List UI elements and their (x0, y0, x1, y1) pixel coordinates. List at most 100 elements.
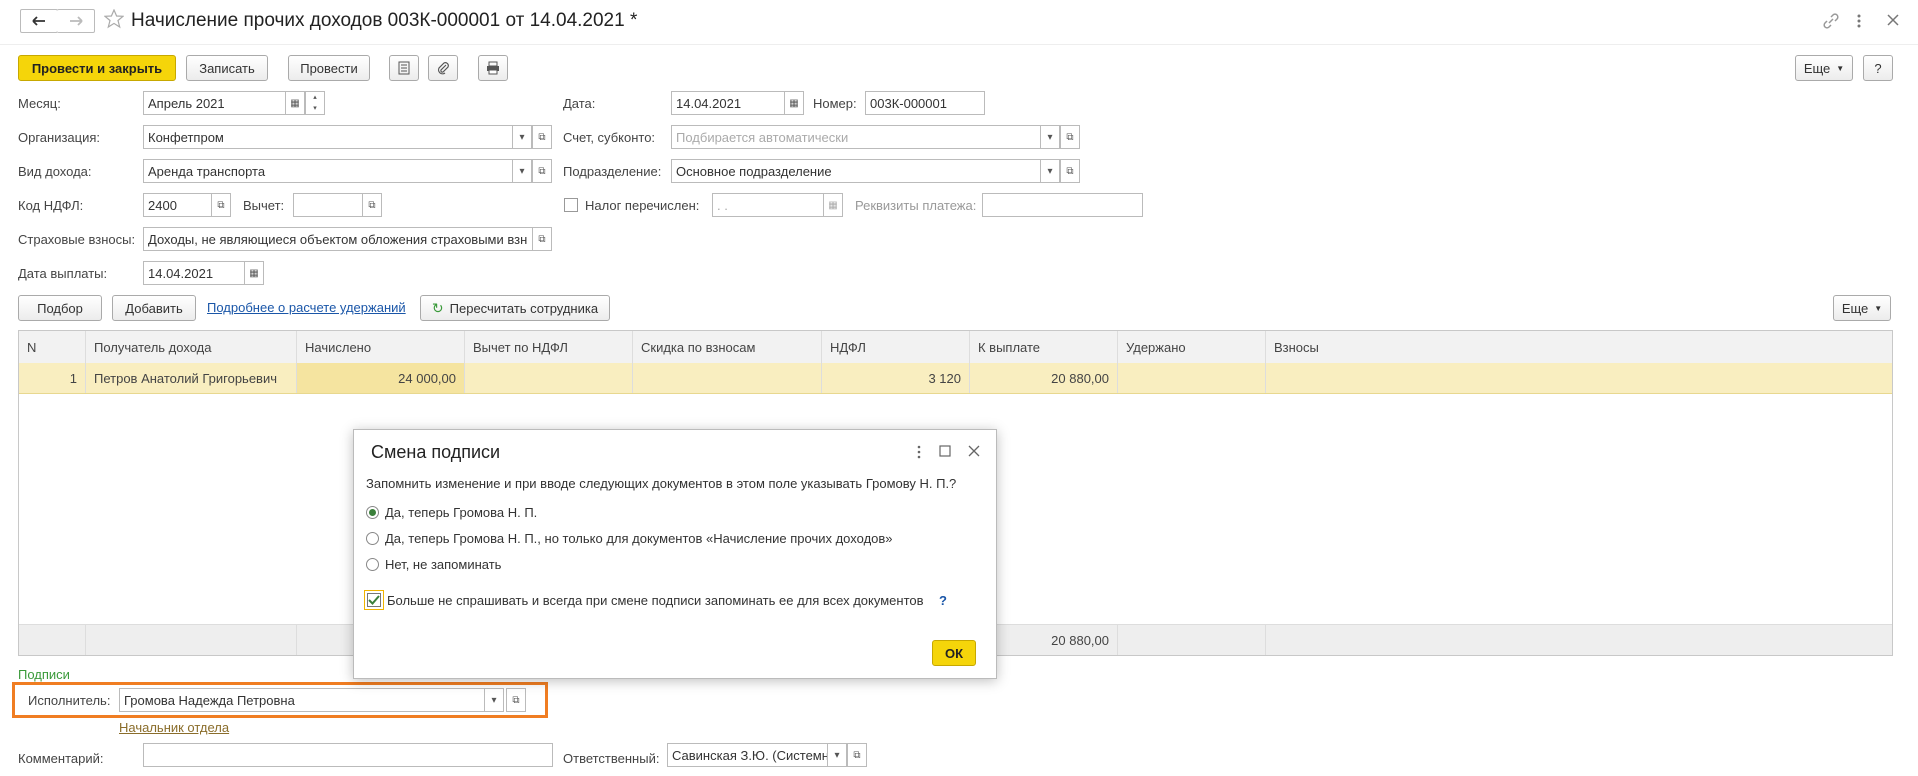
cell-ndfl-deduction[interactable] (465, 363, 633, 393)
column-header-ndfl[interactable]: НДФЛ (822, 331, 970, 363)
tax-paid-calendar-button[interactable]: ▦ (823, 193, 843, 217)
income-type-field[interactable]: Аренда транспорта (143, 159, 513, 183)
account-dropdown[interactable]: ▾ (1040, 125, 1060, 149)
change-signature-dialog[interactable]: Смена подписи Запомнить изменение и при … (353, 429, 997, 679)
favorite-star[interactable] (103, 8, 125, 32)
cell-contribution-discount[interactable] (633, 363, 822, 393)
report-button[interactable] (389, 55, 419, 81)
calendar-icon: ▦ (290, 97, 300, 109)
deduction-field[interactable] (293, 193, 363, 217)
month-spinner[interactable]: ▴ ▾ (305, 91, 325, 115)
income-type-dropdown[interactable]: ▾ (512, 159, 532, 183)
comment-field[interactable] (143, 743, 553, 767)
pay-date-field[interactable]: 14.04.2021 (143, 261, 245, 285)
footer-cell (1266, 625, 1892, 655)
option-yes-this-doc-type[interactable]: Да, теперь Громова Н. П., но только для … (366, 531, 893, 546)
cell-contributions[interactable] (1266, 363, 1892, 393)
ndfl-code-field[interactable]: 2400 (143, 193, 212, 217)
post-and-close-button[interactable]: Провести и закрыть (18, 55, 176, 81)
kebab-menu-icon[interactable] (1856, 12, 1862, 33)
column-header-withheld[interactable]: Удержано (1118, 331, 1266, 363)
forward-button[interactable] (57, 9, 95, 33)
dialog-menu-button[interactable] (916, 444, 922, 463)
insurance-field[interactable]: Доходы, не являющиеся объектом обложения… (143, 227, 533, 251)
deduction-open[interactable]: ⧉ (362, 193, 382, 217)
add-button[interactable]: Добавить (112, 295, 196, 321)
ndfl-code-open[interactable]: ⧉ (211, 193, 231, 217)
tax-paid-checkbox[interactable] (564, 198, 578, 212)
organization-field[interactable]: Конфетпром (143, 125, 513, 149)
insurance-open[interactable]: ⧉ (532, 227, 552, 251)
date-field[interactable]: 14.04.2021 (671, 91, 785, 115)
date-calendar-button[interactable]: ▦ (784, 91, 804, 115)
dialog-help-link[interactable]: ? (939, 593, 947, 608)
radio-option-yes-this-doc-type[interactable] (366, 532, 379, 545)
paperclip-icon (437, 62, 449, 75)
cell-withheld[interactable] (1118, 363, 1266, 393)
close-icon (968, 445, 980, 457)
account-field[interactable]: Подбирается автоматически (671, 125, 1041, 149)
cell-n[interactable]: 1 (19, 363, 86, 393)
cell-ndfl[interactable]: 3 120 (822, 363, 970, 393)
calculation-details-link[interactable]: Подробнее о расчете удержаний (207, 300, 406, 315)
open-icon: ⧉ (538, 165, 546, 177)
dialog-close-button[interactable] (968, 445, 980, 460)
close-icon[interactable] (1886, 13, 1900, 30)
column-header-recipient[interactable]: Получатель дохода (86, 331, 297, 363)
executor-dropdown[interactable]: ▾ (484, 688, 504, 712)
column-header-to-pay[interactable]: К выплате (970, 331, 1118, 363)
cell-to-pay[interactable]: 20 880,00 (970, 363, 1118, 393)
responsible-open[interactable]: ⧉ (847, 743, 867, 767)
responsible-field[interactable]: Савинская З.Ю. (Системный (667, 743, 828, 767)
payment-details-field[interactable] (982, 193, 1143, 217)
dont-ask-checkbox[interactable] (364, 590, 384, 610)
department-field[interactable]: Основное подразделение (671, 159, 1041, 183)
responsible-dropdown[interactable]: ▾ (827, 743, 847, 767)
page-title: Начисление прочих доходов 003К-000001 от… (131, 10, 638, 31)
calendar-button[interactable]: ▦ (285, 91, 305, 115)
comment-label: Комментарий: (18, 751, 104, 766)
tax-paid-label: Налог перечислен: (585, 198, 700, 213)
dialog-maximize-button[interactable] (939, 445, 951, 460)
account-open[interactable]: ⧉ (1060, 125, 1080, 149)
more-button[interactable]: Еще ▼ (1795, 55, 1853, 81)
organization-open[interactable]: ⧉ (532, 125, 552, 149)
recalc-employee-button[interactable]: ↻ Пересчитать сотрудника (420, 295, 610, 321)
back-button[interactable] (20, 9, 58, 33)
column-header-contributions[interactable]: Взносы (1266, 331, 1892, 363)
column-header-n[interactable]: N (19, 331, 86, 363)
number-field[interactable]: 003К-000001 (865, 91, 985, 115)
ok-button[interactable]: ОК (932, 640, 976, 666)
account-label: Счет, субконто: (563, 130, 656, 145)
link-icon[interactable] (1822, 12, 1840, 33)
department-dropdown[interactable]: ▾ (1040, 159, 1060, 183)
executor-open[interactable]: ⧉ (506, 688, 526, 712)
tax-paid-date-field[interactable]: . . (712, 193, 824, 217)
column-header-accrued[interactable]: Начислено (297, 331, 465, 363)
save-button[interactable]: Записать (186, 55, 268, 81)
organization-dropdown[interactable]: ▾ (512, 125, 532, 149)
print-button[interactable] (478, 55, 508, 81)
option-yes[interactable]: Да, теперь Громова Н. П. (366, 505, 537, 520)
help-button[interactable]: ? (1863, 55, 1893, 81)
executor-field[interactable]: Громова Надежда Петровна (119, 688, 485, 712)
position-link[interactable]: Начальник отдела (119, 720, 229, 735)
month-field[interactable]: Апрель 2021 (143, 91, 286, 115)
radio-option-no[interactable] (366, 558, 379, 571)
refresh-icon: ↻ (431, 299, 444, 316)
cell-recipient[interactable]: Петров Анатолий Григорьевич (86, 363, 297, 393)
income-type-open[interactable]: ⧉ (532, 159, 552, 183)
option-no[interactable]: Нет, не запоминать (366, 557, 501, 572)
column-header-ndfl-deduction[interactable]: Вычет по НДФЛ (465, 331, 633, 363)
cell-accrued[interactable]: 24 000,00 (297, 363, 465, 393)
select-button[interactable]: Подбор (18, 295, 102, 321)
chevron-down-icon: ▾ (1047, 165, 1053, 177)
attach-button[interactable] (428, 55, 458, 81)
radio-option-yes[interactable] (366, 506, 379, 519)
pay-date-calendar-button[interactable]: ▦ (244, 261, 264, 285)
post-button[interactable]: Провести (288, 55, 370, 81)
column-header-contribution-discount[interactable]: Скидка по взносам (633, 331, 822, 363)
department-open[interactable]: ⧉ (1060, 159, 1080, 183)
table-row[interactable]: 1 Петров Анатолий Григорьевич 24 000,00 … (19, 363, 1892, 394)
table-more-button[interactable]: Еще ▼ (1833, 295, 1891, 321)
